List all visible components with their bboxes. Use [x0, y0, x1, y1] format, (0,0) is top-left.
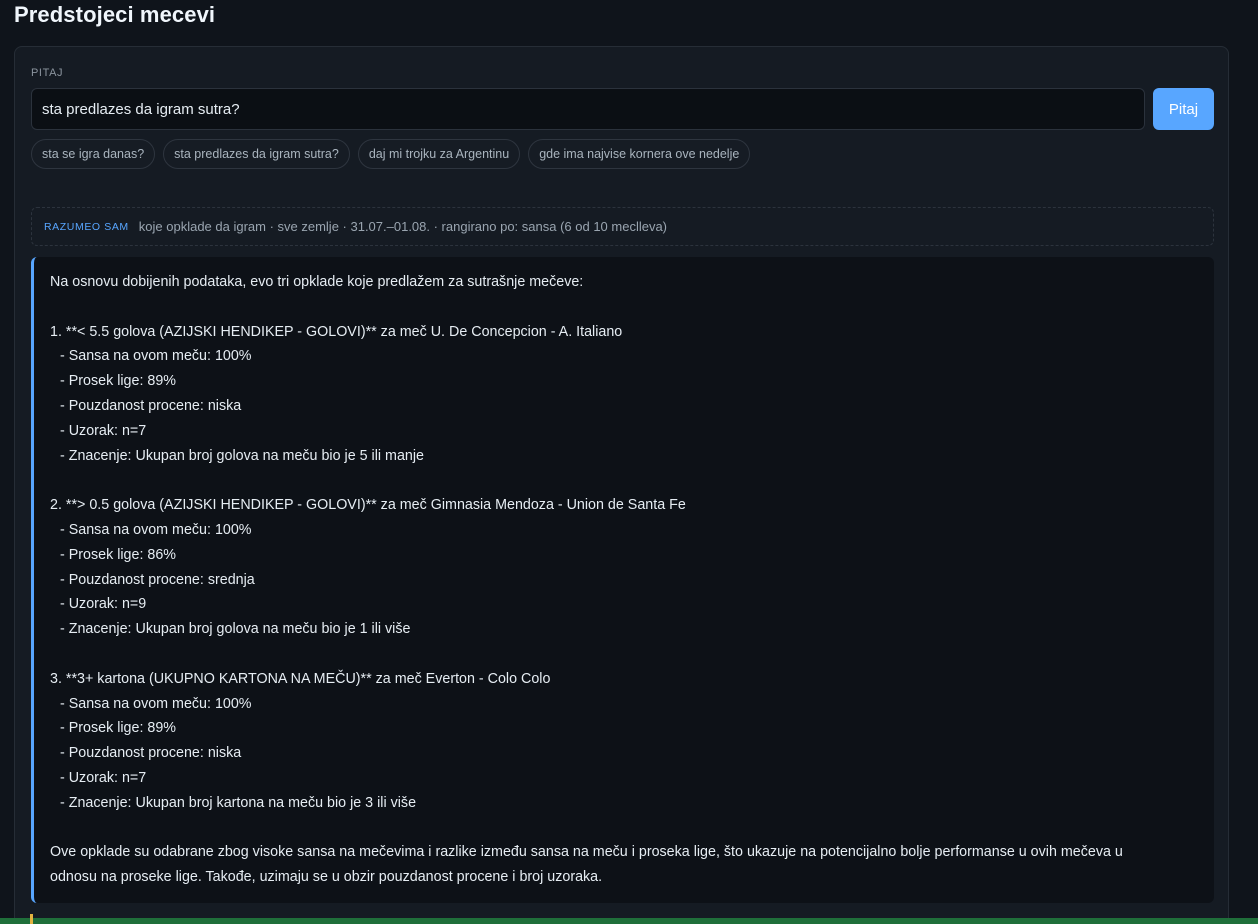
bet-detail: - Sansa na ovom meču: 100% — [60, 348, 252, 365]
ask-label: PITAJ — [31, 67, 64, 79]
bet-detail: - Znacenje: Ukupan broj golova na meču b… — [60, 447, 424, 464]
bet-detail: - Uzorak: n=9 — [60, 596, 147, 613]
suggestion-chips: sta se igra danas? sta predlazes da igra… — [31, 139, 751, 169]
suggestion-chip[interactable]: daj mi trojku za Argentinu — [357, 139, 521, 169]
bet-detail: - Prosek lige: 89% — [60, 373, 177, 390]
bet-detail: - Znacenje: Ukupan broj golova na meču b… — [60, 621, 411, 638]
answer-spacer — [50, 816, 1198, 841]
bet-detail: - Prosek lige: 86% — [60, 546, 177, 563]
page-title: Predstojeci mecevi — [14, 2, 216, 27]
answer-spacer — [50, 295, 1198, 320]
bet-detail: - Sansa na ovom meču: 100% — [60, 695, 252, 712]
understood-tag: RAZUMEO SAM — [44, 220, 129, 233]
bet-detail: - Pouzdanost procene: srednja — [60, 571, 255, 588]
bet-detail: - Prosek lige: 89% — [60, 720, 177, 737]
suggestion-chip[interactable]: sta predlazes da igram sutra? — [163, 139, 350, 169]
answer-conclusion: odnosu na proseke lige. Takođe, uzimaju … — [50, 869, 603, 886]
bet-detail: - Uzorak: n=7 — [60, 769, 147, 786]
answer-panel: Na osnovu dobijenih podataka, evo tri op… — [31, 257, 1214, 903]
ask-input[interactable] — [31, 88, 1145, 130]
answer-spacer — [50, 468, 1198, 493]
bet-detail: - Znacenje: Ukupan broj kartona na meču … — [60, 794, 417, 811]
bet-detail: - Pouzdanost procene: niska — [60, 397, 242, 414]
bottom-marker — [30, 914, 33, 924]
understood-text: koje opklade da igram · sve zemlje · 31.… — [138, 219, 668, 234]
suggestion-chip[interactable]: sta se igra danas? — [31, 139, 156, 169]
ask-card: PITAJ Pitaj sta se igra danas? sta predl… — [14, 46, 1229, 924]
answer-spacer — [50, 642, 1198, 667]
understood-banner: RAZUMEO SAM koje opklade da igram · sve … — [31, 207, 1214, 246]
bet-heading: 1. **< 5.5 golova (AZIJSKI HENDIKEP - GO… — [50, 323, 623, 340]
bet-heading: 2. **> 0.5 golova (AZIJSKI HENDIKEP - GO… — [50, 497, 686, 514]
suggestion-chip[interactable]: gde ima najvise kornera ove nedelje — [528, 139, 751, 169]
bet-heading: 3. **3+ kartona (UKUPNO KARTONA NA MEČU)… — [50, 670, 551, 687]
answer-intro: Na osnovu dobijenih podataka, evo tri op… — [50, 274, 584, 290]
bet-detail: - Sansa na ovom meču: 100% — [60, 521, 252, 538]
page: Predstojeci mecevi PITAJ Pitaj sta se ig… — [0, 0, 1258, 924]
answer-conclusion: Ove opklade su odabrane zbog visoke sans… — [50, 844, 1123, 861]
bet-detail: - Uzorak: n=7 — [60, 422, 147, 439]
ask-button[interactable]: Pitaj — [1153, 88, 1214, 130]
bottom-strip — [0, 918, 1258, 924]
bet-detail: - Pouzdanost procene: niska — [60, 745, 242, 762]
